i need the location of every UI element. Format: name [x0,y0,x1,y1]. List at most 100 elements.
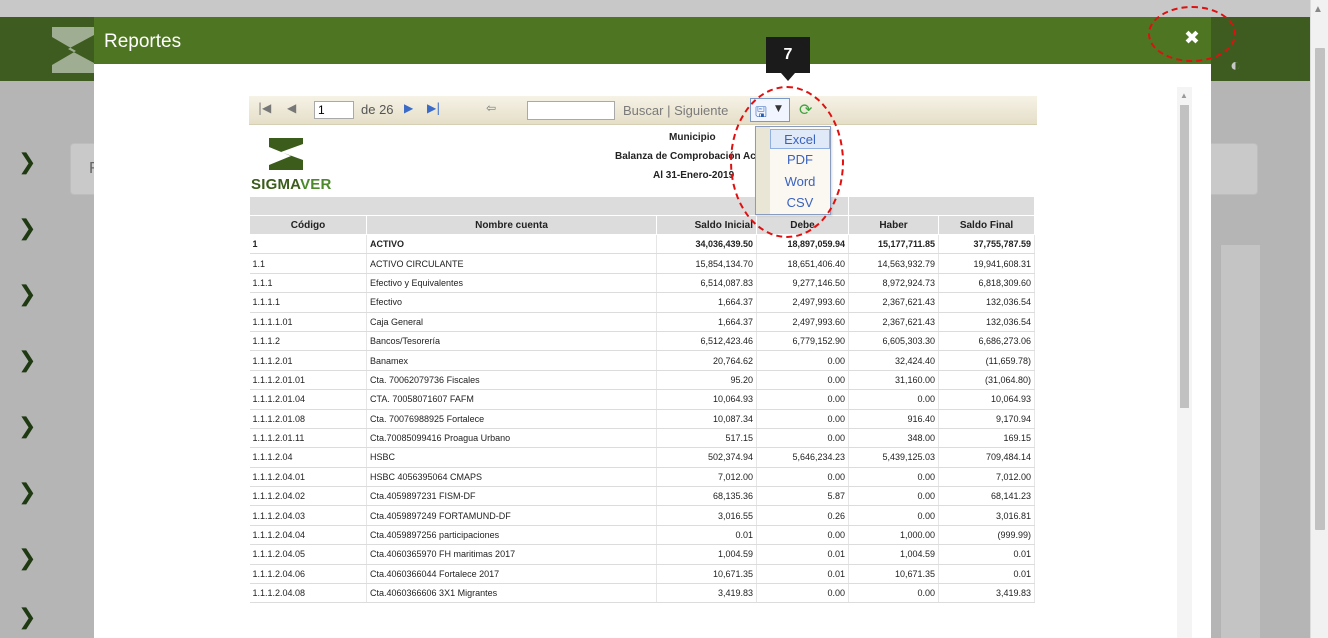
table-cell: 3,016.81 [938,505,1035,526]
sidebar-chevron-icon[interactable]: ❯ [18,546,38,571]
sidebar-chevron-icon[interactable]: ❯ [18,605,38,630]
last-page-icon[interactable]: ▶| [427,101,440,115]
table-cell: 0.01 [756,564,849,585]
table-cell: 169.15 [938,428,1035,449]
table-cell: 0.01 [656,525,757,546]
sidebar-chevron-icon[interactable]: ❯ [18,414,38,439]
table-row: 1 ACTIVO 34,036,439.50 18,897,059.94 15,177,… [249,234,1035,255]
table-cell: HSBC [366,447,657,468]
logo-text: SIGMAVER [251,176,332,193]
sidebar-chevron-icon[interactable]: ❯ [18,348,38,373]
table-cell: 0.00 [756,467,849,488]
table-cell: 3,419.83 [656,583,757,604]
table-cell: 1.1.1.2.04 [249,447,367,468]
table-cell: Cta.4060365970 FH maritimas 2017 [366,544,657,565]
table-cell: 10,671.35 [848,564,939,585]
table-cell: 0.01 [938,564,1035,585]
step-badge-pointer [781,73,795,81]
next-page-icon[interactable]: ▶ [404,101,413,115]
table-cell: 0.00 [756,409,849,429]
table-cell: 0.00 [756,428,849,449]
find-button[interactable]: Buscar [623,103,663,118]
logo-text-part: VER [300,176,332,193]
table-cell: 1,664.37 [656,312,757,332]
logo-text-part: SIGMA [251,176,301,193]
table-cell: 5.87 [756,486,849,507]
table-cell: 34,036,439.50 [656,234,757,255]
table-cell: 0.00 [848,583,939,604]
table-cell: 132,036.54 [938,312,1035,332]
table-cell: 15,854,134.70 [656,253,757,274]
table-cell: 0.01 [756,544,849,565]
table-cell: 517.15 [656,428,757,449]
table-cell: ACTIVO [366,234,657,255]
logout-icon[interactable]: ◐ [1230,55,1241,76]
table-row: 1.1 ACTIVO CIRCULANTE 15,854,134.70 18,651,… [249,253,1035,274]
table-cell: 20,764.62 [656,350,757,371]
table-cell: 1.1.1 [249,273,367,294]
modal-scrollbar-thumb[interactable] [1180,105,1189,408]
table-row: 1.1.1 Efectivo y Equivalentes 6,514,087.83… [249,273,1035,294]
table-cell: 1 [249,234,367,255]
table-row: 1.1.1.1.01 Caja General 1,664.37 2,497,993.… [249,312,1035,332]
table-row: 1.1.1.2.04.03 Cta.4059897249 FORTAMUND-DF… [249,505,1035,526]
sidebar-chevron-icon[interactable]: ❯ [18,480,38,505]
page-scrollbar[interactable]: ▲ [1310,0,1328,638]
table-cell: Banamex [366,350,657,371]
page-scrollbar-thumb[interactable] [1315,48,1325,530]
table-cell: 1.1.1.2.04.03 [249,505,367,526]
table-cell: 0.00 [756,583,849,604]
find-separator: | [667,103,671,118]
sidebar-chevron-icon[interactable]: ❯ [18,282,38,307]
table-cell: 0.00 [848,467,939,488]
report-header: SIGMAVER Municipio Balanza de Comprobaci… [249,126,1037,196]
table-cell: 0.00 [756,350,849,371]
table-row: 1.1.1.2.01.11 Cta.70085099416 Proagua Urb… [249,428,1035,449]
table-row: 1.1.1.2 Bancos/Tesorería 6,512,423.46 6,779… [249,331,1035,352]
sidebar-chevron-icon[interactable]: ❯ [18,150,38,175]
modal-scrollbar[interactable]: ▲ [1177,87,1192,638]
column-header: Nombre cuenta [366,215,657,235]
table-cell: 1.1.1.2.04.01 [249,467,367,488]
find-input[interactable] [527,101,615,120]
table-cell: 1.1.1.2 [249,331,367,352]
scroll-up-icon[interactable]: ▲ [1180,91,1188,100]
table-cell: 1,000.00 [848,525,939,546]
table-cell: 10,671.35 [656,564,757,585]
table-cell: 9,277,146.50 [756,273,849,294]
column-header: Código [249,215,367,235]
table-row: 1.1.1.2.04.06 Cta.4060366044 Fortalece 20… [249,564,1035,585]
table-cell: 1.1.1.2.04.05 [249,544,367,565]
table-cell: 2,367,621.43 [848,312,939,332]
table-cell: Cta.4059897231 FISM-DF [366,486,657,507]
app-side-panel [1220,245,1260,638]
table-cell: 3,419.83 [938,583,1035,604]
table-cell: 1,004.59 [848,544,939,565]
table-cell: 3,016.55 [656,505,757,526]
table-cell: Cta.70085099416 Proagua Urbano [366,428,657,449]
highlight-ring-export [730,86,844,238]
table-cell: 1,664.37 [656,292,757,313]
table-cell: Cta. 70062079736 Fiscales [366,370,657,391]
table-cell: 6,514,087.83 [656,273,757,294]
scroll-up-icon[interactable]: ▲ [1313,4,1323,15]
table-cell: 1.1.1.2.01.11 [249,428,367,449]
table-row: 1.1.1.2.04.01 HSBC 4056395064 CMAPS 7,012.… [249,467,1035,488]
page-number-input[interactable] [314,101,354,119]
prev-page-icon[interactable]: ◀ [287,101,296,115]
table-row: 1.1.1.2.04.04 Cta.4059897256 participacio… [249,525,1035,546]
report-date: Al 31-Enero-2019 [653,170,735,181]
table-cell: ACTIVO CIRCULANTE [366,253,657,274]
first-page-icon[interactable]: |◀ [258,101,271,115]
report-entity: Municipio [669,132,716,143]
table-cell: CTA. 70058071607 FAFM [366,389,657,410]
sidebar-chevron-icon[interactable]: ❯ [18,216,38,241]
table-group-row [848,196,1035,216]
table-cell: (11,659.78) [938,350,1035,371]
back-icon[interactable]: ⇦ [486,101,496,115]
table-cell: 132,036.54 [938,292,1035,313]
find-next-button[interactable]: Siguiente [674,103,728,118]
table-cell: 18,897,059.94 [756,234,849,255]
table-cell: (999.99) [938,525,1035,546]
table-cell: Cta.4060366044 Fortalece 2017 [366,564,657,585]
